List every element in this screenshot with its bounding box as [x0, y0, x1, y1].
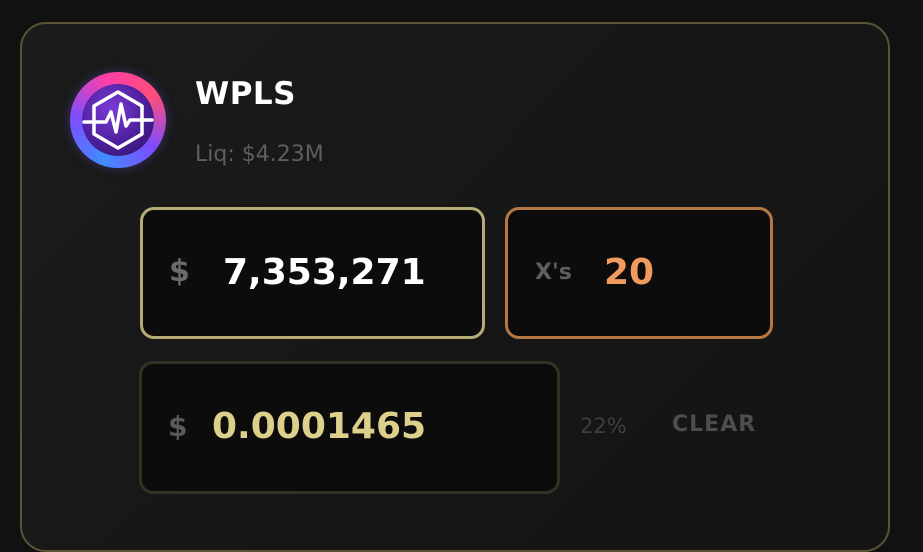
market-cap-value[interactable]: 7,353,271: [223, 252, 426, 293]
pulse-heartbeat-icon: [82, 90, 154, 150]
multiplier-value[interactable]: 20: [604, 252, 654, 293]
dollar-prefix: $: [168, 410, 188, 443]
clear-button[interactable]: CLEAR: [672, 412, 756, 437]
price-value[interactable]: 0.0001465: [212, 406, 426, 447]
percent-change: 22%: [580, 414, 627, 438]
market-cap-input[interactable]: $ 7,353,271: [140, 207, 485, 339]
token-name: WPLS: [195, 76, 296, 112]
dollar-prefix: $: [169, 254, 190, 289]
price-input[interactable]: $ 0.0001465: [139, 361, 560, 494]
token-logo: [70, 72, 166, 168]
token-liquidity: Liq: $4.23M: [195, 142, 324, 167]
multiplier-input[interactable]: X's 20: [505, 207, 773, 339]
multiplier-prefix: X's: [535, 260, 572, 285]
